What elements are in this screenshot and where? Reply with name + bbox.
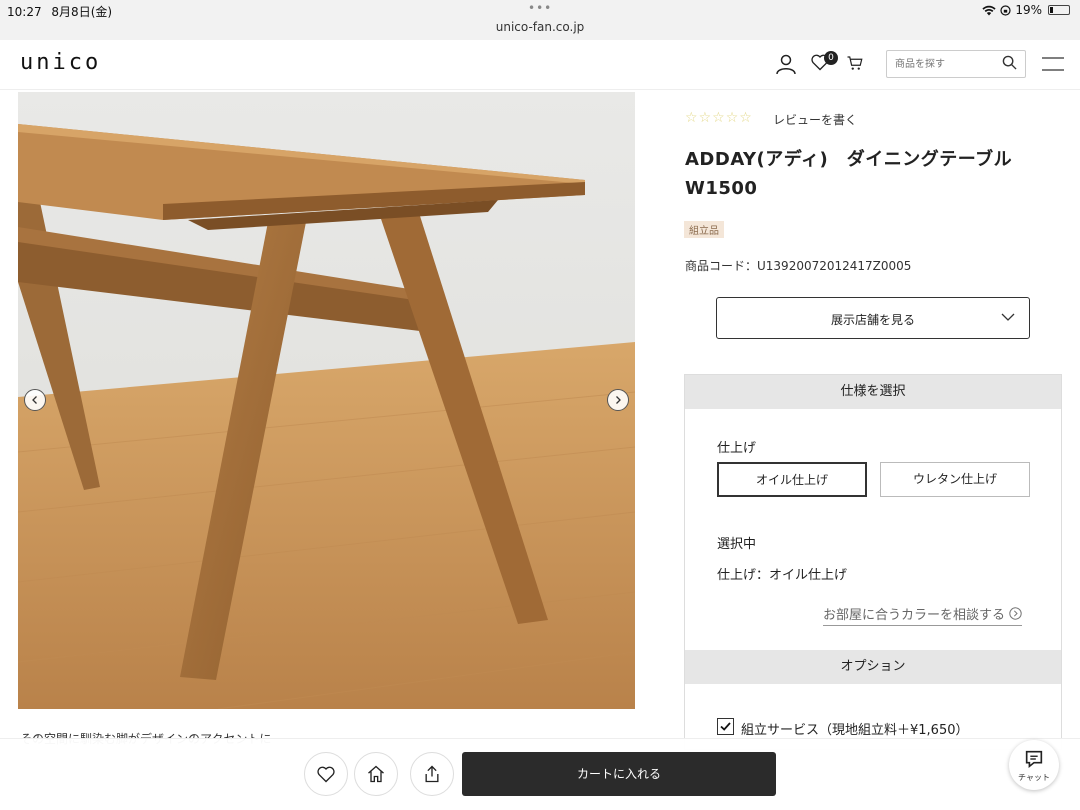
- account-icon[interactable]: [774, 52, 798, 76]
- next-image-button[interactable]: [607, 389, 629, 411]
- favorite-button[interactable]: [304, 752, 348, 796]
- cart-icon[interactable]: [846, 54, 864, 72]
- chevron-circle-right-icon: [1009, 607, 1022, 620]
- chevron-left-icon: [32, 396, 37, 404]
- option-header: オプション: [685, 650, 1061, 684]
- rotation-lock-icon: [1000, 4, 1011, 16]
- star-icon: ☆: [712, 110, 725, 126]
- star-icon: ☆: [739, 110, 752, 126]
- status-indicators: 19%: [982, 3, 1070, 17]
- write-review-link[interactable]: レビューを書く: [773, 111, 857, 128]
- consult-color-label: お部屋に合うカラーを相談する: [823, 608, 1006, 623]
- add-to-cart-button[interactable]: カートに入れる: [462, 752, 776, 796]
- spec-header: 仕様を選択: [685, 375, 1061, 409]
- share-button[interactable]: [410, 752, 454, 796]
- chat-icon: [1025, 750, 1043, 769]
- selected-value: 仕上げ：オイル仕上げ: [717, 568, 848, 583]
- rating-stars[interactable]: ☆ ☆ ☆ ☆ ☆: [685, 110, 752, 126]
- finish-label: 仕上げ: [717, 441, 757, 456]
- search-icon[interactable]: [1002, 55, 1017, 70]
- prev-image-button[interactable]: [24, 389, 46, 411]
- star-icon: ☆: [685, 110, 698, 126]
- consult-color-link[interactable]: お部屋に合うカラーを相談する: [823, 604, 1023, 626]
- home-icon: [368, 765, 384, 783]
- clock: 10:27: [7, 5, 42, 19]
- spec-panel: 仕様を選択 仕上げ オイル仕上げ ウレタン仕上げ 選択中 仕上げ：オイル仕上げ …: [684, 374, 1062, 750]
- product-image[interactable]: [18, 92, 635, 709]
- share-icon: [425, 765, 439, 783]
- assembly-checkbox[interactable]: [717, 718, 734, 735]
- more-dots-icon[interactable]: •••: [528, 1, 552, 15]
- assembly-tag: 組立品: [684, 221, 724, 238]
- assembly-label: 組立サービス（現地組立料＋¥1,650）: [741, 723, 969, 738]
- hamburger-menu-icon[interactable]: [1042, 57, 1064, 71]
- wishlist-count-badge: 0: [824, 51, 838, 65]
- chat-label: チャット: [1018, 773, 1050, 782]
- product-title: ADDAY(アディ) ダイニングテーブル W1500: [685, 149, 1013, 199]
- date: 8月8日(金): [51, 5, 113, 19]
- view-stores-button[interactable]: 展示店舗を見る: [716, 297, 1030, 339]
- status-bar: 10:27 8月8日(金) ••• unico-fan.co.jp 19%: [0, 0, 1080, 40]
- site-logo[interactable]: unico: [20, 50, 101, 75]
- chat-button[interactable]: チャット: [1009, 740, 1059, 790]
- star-icon: ☆: [725, 110, 739, 126]
- chevron-right-icon: [616, 396, 621, 404]
- battery-icon: [1048, 5, 1070, 15]
- star-icon: ☆: [698, 110, 712, 126]
- wifi-icon: [982, 5, 996, 15]
- product-code: 商品コード：U13920072012417Z0005: [685, 259, 912, 273]
- selected-heading: 選択中: [717, 537, 757, 552]
- finish-option-oil[interactable]: オイル仕上げ: [717, 462, 867, 497]
- home-button[interactable]: [354, 752, 398, 796]
- finish-option-urethane[interactable]: ウレタン仕上げ: [880, 462, 1030, 497]
- url-bar[interactable]: unico-fan.co.jp: [0, 20, 1080, 34]
- view-stores-label: 展示店舗を見る: [830, 313, 915, 327]
- heart-icon: [317, 766, 335, 783]
- chevron-down-icon: [1001, 313, 1015, 321]
- dining-table-photo: [18, 92, 635, 709]
- status-time: 10:27 8月8日(金): [7, 3, 112, 20]
- checkmark-icon: [720, 722, 731, 731]
- battery-percent: 19%: [1015, 3, 1042, 17]
